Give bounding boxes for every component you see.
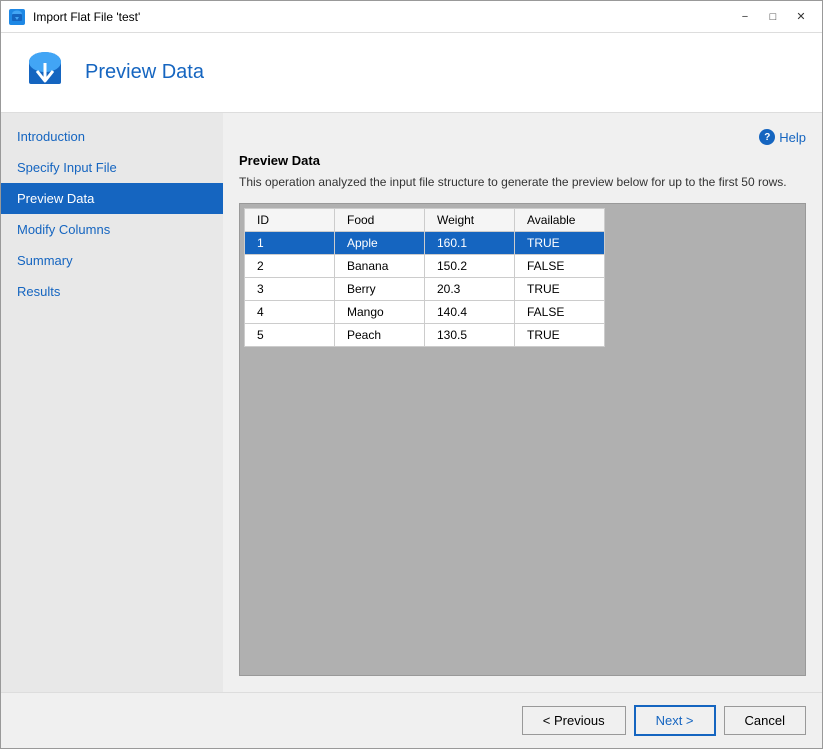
table-row[interactable]: 2Banana150.2FALSE [245, 254, 605, 277]
table-row[interactable]: 5Peach130.5TRUE [245, 323, 605, 346]
header-title: Preview Data [85, 61, 204, 84]
data-preview-area: ID Food Weight Available 1Apple160.1TRUE… [239, 203, 806, 676]
table-row[interactable]: 3Berry20.3TRUE [245, 277, 605, 300]
help-row: ? Help [239, 129, 806, 145]
cell-food: Peach [335, 323, 425, 346]
minimize-button[interactable]: − [732, 6, 758, 28]
app-icon [9, 9, 25, 25]
cell-weight: 140.4 [425, 300, 515, 323]
sidebar-item-results[interactable]: Results [1, 276, 223, 307]
maximize-button[interactable]: □ [760, 6, 786, 28]
cell-available: TRUE [515, 323, 605, 346]
sidebar-item-introduction[interactable]: Introduction [1, 121, 223, 152]
content-area: Introduction Specify Input File Preview … [1, 113, 822, 692]
col-food: Food [335, 208, 425, 231]
cell-available: FALSE [515, 254, 605, 277]
sidebar-item-modify-columns[interactable]: Modify Columns [1, 214, 223, 245]
window-controls: − □ ✕ [732, 6, 814, 28]
cell-weight: 160.1 [425, 231, 515, 254]
cell-id: 4 [245, 300, 335, 323]
main-window: Import Flat File 'test' − □ ✕ Preview Da… [0, 0, 823, 749]
cancel-button[interactable]: Cancel [724, 706, 806, 735]
sidebar-item-summary[interactable]: Summary [1, 245, 223, 276]
section-title: Preview Data [239, 153, 806, 168]
cell-food: Apple [335, 231, 425, 254]
title-bar: Import Flat File 'test' − □ ✕ [1, 1, 822, 33]
help-link[interactable]: ? Help [759, 129, 806, 145]
main-content: ? Help Preview Data This operation analy… [223, 113, 822, 692]
section-desc: This operation analyzed the input file s… [239, 174, 806, 191]
cell-available: FALSE [515, 300, 605, 323]
header-icon [21, 49, 69, 97]
cell-id: 1 [245, 231, 335, 254]
cell-available: TRUE [515, 277, 605, 300]
help-icon: ? [759, 129, 775, 145]
table-header-row: ID Food Weight Available [245, 208, 605, 231]
sidebar: Introduction Specify Input File Preview … [1, 113, 223, 692]
col-id: ID [245, 208, 335, 231]
window-title: Import Flat File 'test' [33, 10, 732, 24]
col-available: Available [515, 208, 605, 231]
cell-weight: 150.2 [425, 254, 515, 277]
cell-food: Berry [335, 277, 425, 300]
preview-table: ID Food Weight Available 1Apple160.1TRUE… [244, 208, 605, 347]
table-row[interactable]: 4Mango140.4FALSE [245, 300, 605, 323]
sidebar-item-specify-input-file[interactable]: Specify Input File [1, 152, 223, 183]
cell-id: 2 [245, 254, 335, 277]
close-button[interactable]: ✕ [788, 6, 814, 28]
sidebar-item-preview-data[interactable]: Preview Data [1, 183, 223, 214]
cell-weight: 20.3 [425, 277, 515, 300]
next-button[interactable]: Next > [634, 705, 716, 736]
cell-id: 5 [245, 323, 335, 346]
cell-weight: 130.5 [425, 323, 515, 346]
cell-food: Banana [335, 254, 425, 277]
col-weight: Weight [425, 208, 515, 231]
footer: < Previous Next > Cancel [1, 692, 822, 748]
previous-button[interactable]: < Previous [522, 706, 626, 735]
cell-food: Mango [335, 300, 425, 323]
cell-id: 3 [245, 277, 335, 300]
cell-available: TRUE [515, 231, 605, 254]
help-label: Help [779, 130, 806, 145]
table-row[interactable]: 1Apple160.1TRUE [245, 231, 605, 254]
header: Preview Data [1, 33, 822, 113]
